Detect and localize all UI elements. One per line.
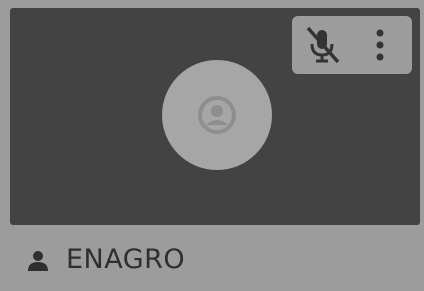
video-area: [10, 8, 420, 225]
participant-avatar: [162, 60, 272, 170]
mute-toggle-button[interactable]: [302, 24, 342, 66]
more-options-button[interactable]: [368, 24, 392, 66]
participant-tile[interactable]: ENAGRO: [0, 0, 424, 291]
participant-name: ENAGRO: [66, 244, 186, 275]
tile-controls: [292, 16, 412, 74]
mic-muted-icon: [306, 26, 340, 64]
person-icon: [28, 251, 48, 271]
participant-name-bar: ENAGRO: [10, 226, 420, 288]
more-vertical-icon: [376, 29, 384, 61]
person-avatar-icon: [198, 96, 236, 134]
